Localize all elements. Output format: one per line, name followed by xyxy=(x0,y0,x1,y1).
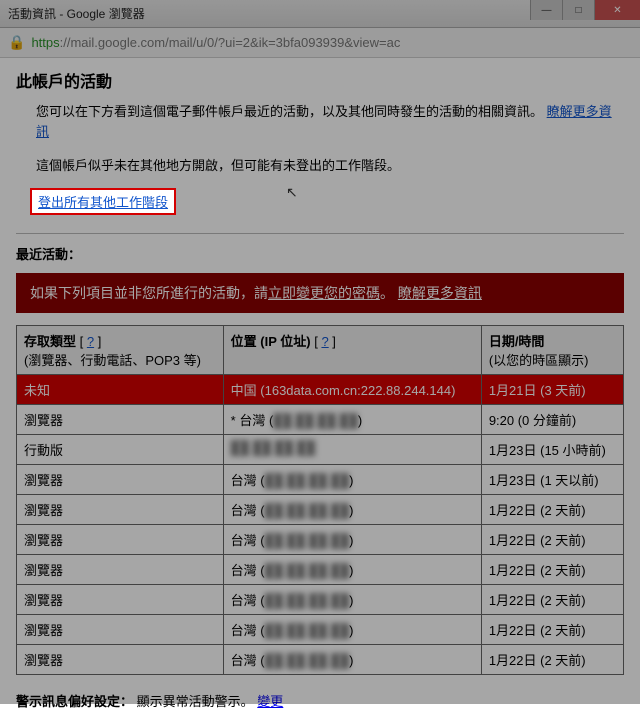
alert-preference: 警示訊息偏好設定： 顯示異常活動警示。 變更 xyxy=(16,691,624,710)
cell-location: * 台灣 (██.██.██.██) xyxy=(223,405,481,435)
cell-datetime: 1月22日 (2 天前) xyxy=(481,525,623,555)
page-title: 此帳戶的活動 xyxy=(16,68,624,92)
table-row: 瀏覽器台灣 (██.██.██.██)1月22日 (2 天前) xyxy=(17,495,624,525)
cell-location: 台灣 (██.██.██.██) xyxy=(223,615,481,645)
signout-all-button[interactable]: 登出所有其他工作階段 xyxy=(30,188,176,215)
help-access-type[interactable]: ? xyxy=(87,334,94,349)
cell-access-type: 瀏覽器 xyxy=(17,495,224,525)
address-bar[interactable]: 🔒 https://mail.google.com/mail/u/0/?ui=2… xyxy=(0,28,640,58)
table-row: 瀏覽器* 台灣 (██.██.██.██)9:20 (0 分鐘前) xyxy=(17,405,624,435)
cell-location: 台灣 (██.██.██.██) xyxy=(223,495,481,525)
close-button[interactable]: ✕ xyxy=(594,0,640,20)
cell-datetime: 1月21日 (3 天前) xyxy=(481,375,623,405)
table-row: 瀏覽器台灣 (██.██.██.██)1月22日 (2 天前) xyxy=(17,645,624,675)
cell-access-type: 瀏覽器 xyxy=(17,585,224,615)
col-access-type: 存取類型 [ ? ] (瀏覽器、行動電話、POP3 等) xyxy=(17,326,224,375)
cell-datetime: 1月22日 (2 天前) xyxy=(481,645,623,675)
cell-access-type: 瀏覽器 xyxy=(17,615,224,645)
cell-location: ██.██.██.██ xyxy=(223,435,481,465)
cell-access-type: 未知 xyxy=(17,375,224,405)
col-location: 位置 (IP 位址) [ ? ] xyxy=(223,326,481,375)
change-password-link[interactable]: 立即變更您的密碼 xyxy=(268,285,380,301)
cell-access-type: 瀏覽器 xyxy=(17,645,224,675)
intro-text: 您可以在下方看到這個電子郵件帳戶最近的活動，以及其他同時發生的活動的相關資訊。 … xyxy=(36,102,624,141)
cell-datetime: 1月22日 (2 天前) xyxy=(481,495,623,525)
cell-location: 台灣 (██.██.██.██) xyxy=(223,465,481,495)
change-preference-link[interactable]: 變更 xyxy=(257,694,283,709)
table-row: 行動版██.██.██.██1月23日 (15 小時前) xyxy=(17,435,624,465)
cell-datetime: 1月22日 (2 天前) xyxy=(481,555,623,585)
window-titlebar: 活動資訊 - Google 瀏覽器 — □ ✕ xyxy=(0,0,640,28)
maximize-button[interactable]: □ xyxy=(562,0,594,20)
alert-learn-more-link[interactable]: 瞭解更多資訊 xyxy=(398,285,482,301)
table-row: 瀏覽器台灣 (██.██.██.██)1月22日 (2 天前) xyxy=(17,615,624,645)
table-row: 瀏覽器台灣 (██.██.██.██)1月22日 (2 天前) xyxy=(17,555,624,585)
activity-table: 存取類型 [ ? ] (瀏覽器、行動電話、POP3 等) 位置 (IP 位址) … xyxy=(16,325,624,675)
page-content: 此帳戶的活動 您可以在下方看到這個電子郵件帳戶最近的活動，以及其他同時發生的活動… xyxy=(0,58,640,720)
security-alert: 如果下列項目並非您所進行的活動，請立即變更您的密碼。 瞭解更多資訊 xyxy=(16,273,624,313)
table-row: 瀏覽器台灣 (██.██.██.██)1月22日 (2 天前) xyxy=(17,585,624,615)
cursor-icon: ↖ xyxy=(286,184,298,201)
cell-access-type: 瀏覽器 xyxy=(17,405,224,435)
cell-access-type: 瀏覽器 xyxy=(17,525,224,555)
cell-location: 台灣 (██.██.██.██) xyxy=(223,585,481,615)
window-title: 活動資訊 - Google 瀏覽器 xyxy=(8,5,145,22)
cell-datetime: 1月22日 (2 天前) xyxy=(481,615,623,645)
divider xyxy=(16,233,624,234)
cell-location: 中国 (163data.com.cn:222.88.244.144) xyxy=(223,375,481,405)
session-note: 這個帳戶似乎未在其他地方開啟，但可能有未登出的工作階段。 xyxy=(36,155,624,174)
cell-location: 台灣 (██.██.██.██) xyxy=(223,645,481,675)
cell-location: 台灣 (██.██.██.██) xyxy=(223,525,481,555)
cell-datetime: 9:20 (0 分鐘前) xyxy=(481,405,623,435)
table-row: 瀏覽器台灣 (██.██.██.██)1月22日 (2 天前) xyxy=(17,525,624,555)
cell-access-type: 行動版 xyxy=(17,435,224,465)
table-row: 瀏覽器台灣 (██.██.██.██)1月23日 (1 天以前) xyxy=(17,465,624,495)
cell-access-type: 瀏覽器 xyxy=(17,555,224,585)
cell-access-type: 瀏覽器 xyxy=(17,465,224,495)
cell-datetime: 1月22日 (2 天前) xyxy=(481,585,623,615)
minimize-button[interactable]: — xyxy=(530,0,562,20)
cell-location: 台灣 (██.██.██.██) xyxy=(223,555,481,585)
lock-icon: 🔒 xyxy=(8,34,25,51)
table-row: 未知中国 (163data.com.cn:222.88.244.144)1月21… xyxy=(17,375,624,405)
col-datetime: 日期/時間 (以您的時區顯示) xyxy=(481,326,623,375)
help-location[interactable]: ? xyxy=(321,334,328,349)
recent-activity-header: 最近活動： xyxy=(16,244,624,263)
url-text: https://mail.google.com/mail/u/0/?ui=2&i… xyxy=(31,35,400,50)
cell-datetime: 1月23日 (1 天以前) xyxy=(481,465,623,495)
cell-datetime: 1月23日 (15 小時前) xyxy=(481,435,623,465)
window-controls: — □ ✕ xyxy=(530,0,640,20)
